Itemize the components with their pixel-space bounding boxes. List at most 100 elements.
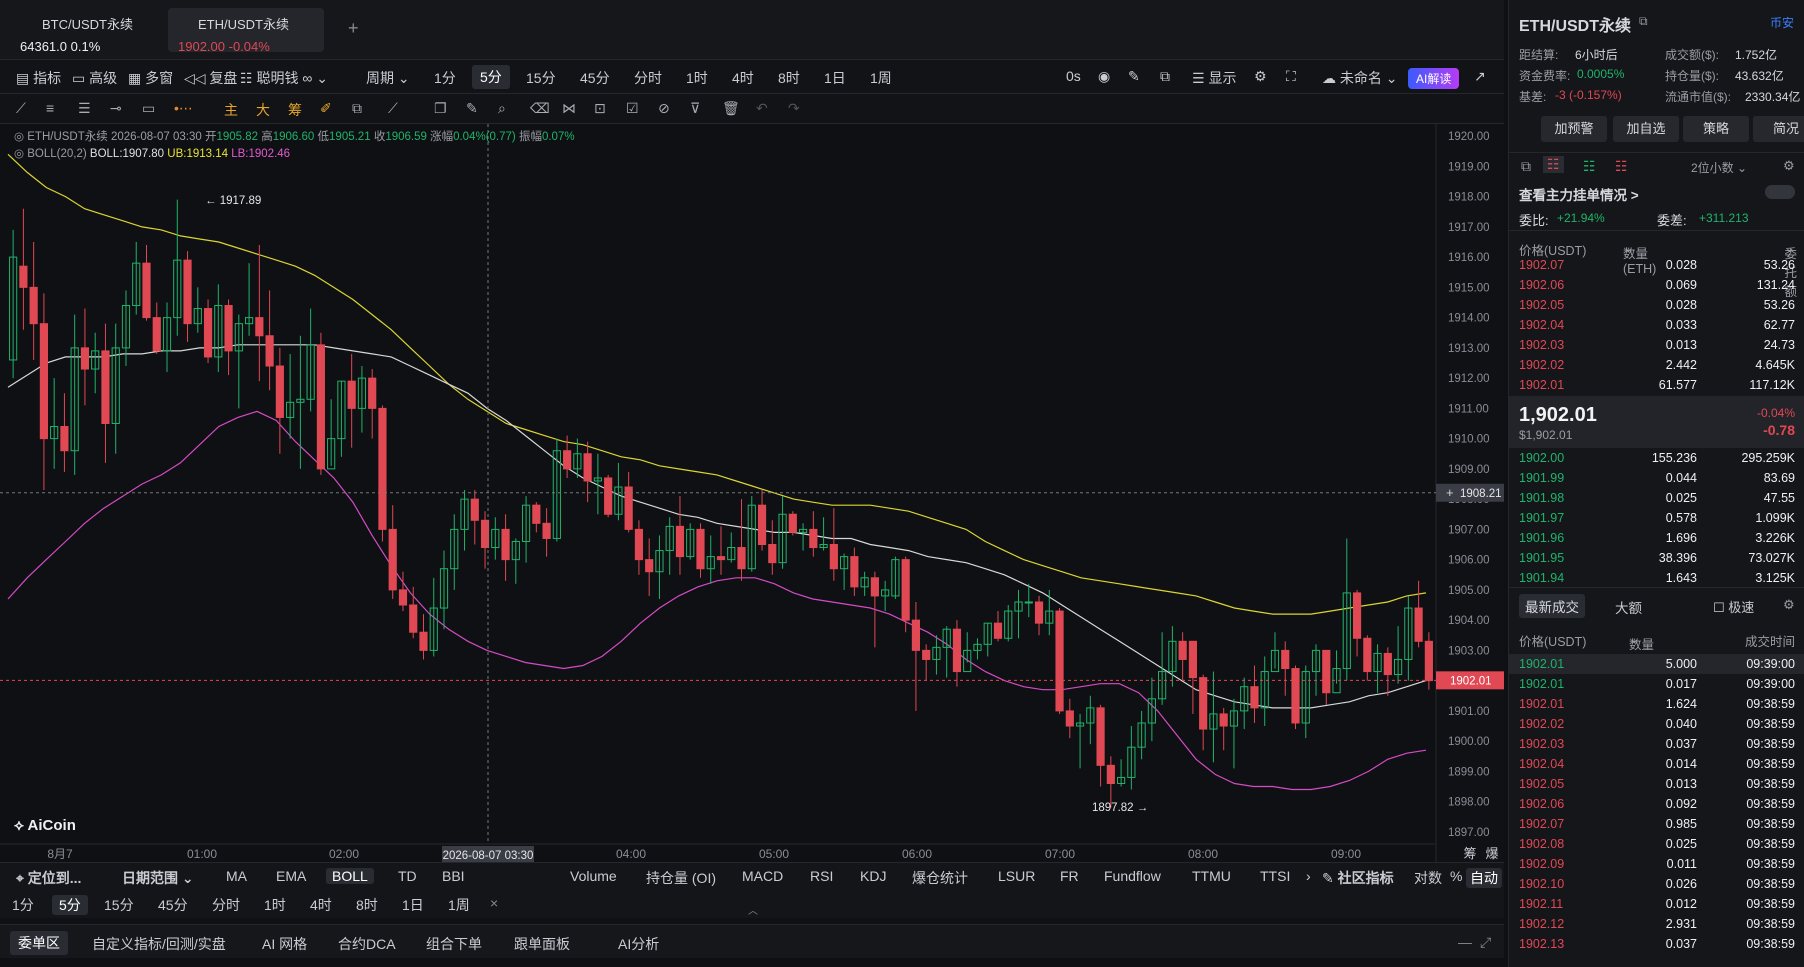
indicator-ma[interactable]: MA bbox=[226, 868, 247, 884]
filter-icon[interactable]: ⊽ bbox=[690, 100, 700, 117]
tab-custom-indicator[interactable]: 自定义指标/回测/实盘 bbox=[92, 934, 226, 954]
indicator-td[interactable]: TD bbox=[398, 868, 417, 884]
tab-latest-trades[interactable]: 最新成交 bbox=[1519, 594, 1585, 618]
period-45m[interactable]: 45分 bbox=[580, 68, 610, 88]
legend-visible-icon[interactable]: ◎ bbox=[14, 131, 24, 143]
add-alert-button[interactable]: 加预警 bbox=[1541, 116, 1607, 142]
chip-icon[interactable]: 筹 bbox=[288, 100, 302, 120]
strategy-button[interactable]: 策略 bbox=[1683, 116, 1749, 142]
indicator-lsur[interactable]: LSUR bbox=[998, 868, 1035, 884]
horizontal-lines-icon[interactable]: ☰ bbox=[78, 100, 91, 117]
trash-icon[interactable]: 🗑 bbox=[722, 100, 740, 117]
indicator-rsi[interactable]: RSI bbox=[810, 868, 833, 884]
panel-collapse-icon[interactable]: ︿ bbox=[748, 902, 758, 917]
fullscreen-icon[interactable]: ⛶ bbox=[1286, 68, 1296, 85]
period-row-1m[interactable]: 1分 bbox=[12, 895, 34, 915]
path-icon[interactable]: •⋯ bbox=[174, 100, 193, 117]
trade-row[interactable]: 1902.10 0.026 09:38:59 bbox=[1509, 874, 1804, 894]
ask-row[interactable]: 1902.01 61.577 117.12K bbox=[1509, 375, 1804, 395]
measure-icon[interactable]: ⟋ bbox=[388, 100, 398, 117]
main-orders-link[interactable]: 查看主力挂单情况 > bbox=[1519, 184, 1639, 204]
trade-row[interactable]: 1902.01 0.017 09:39:00 bbox=[1509, 674, 1804, 694]
indicator-kdj[interactable]: KDJ bbox=[860, 868, 886, 884]
add-tab-icon[interactable]: + bbox=[348, 18, 359, 39]
view-mode-icon[interactable]: ⧉ bbox=[1521, 158, 1531, 175]
tab-large-trades[interactable]: 大额 bbox=[1615, 597, 1642, 617]
log-scale-toggle[interactable]: 对数 bbox=[1414, 868, 1442, 888]
trendline-icon[interactable]: ⟋ bbox=[16, 100, 26, 117]
copy-icon[interactable]: ❐ bbox=[434, 100, 447, 117]
main-force-icon[interactable]: 主 bbox=[224, 100, 238, 120]
date-range-dropdown[interactable]: 日期范围 ⌄ bbox=[122, 868, 194, 888]
advanced-button[interactable]: ▭ 高级 bbox=[72, 68, 117, 88]
trade-row[interactable]: 1902.02 0.040 09:38:59 bbox=[1509, 714, 1804, 734]
kline-chart[interactable]: 1920.00 1919.00 1918.00 1917.00 1916.00 1915.… bbox=[0, 124, 1504, 863]
indicator-oi[interactable]: 持仓量 (OI) bbox=[646, 868, 716, 888]
ask-row[interactable]: 1902.06 0.069 131.24 bbox=[1509, 275, 1804, 295]
period-time[interactable]: 分时 bbox=[634, 68, 662, 88]
more-indicators-icon[interactable]: › bbox=[1306, 868, 1311, 884]
ask-row[interactable]: 1902.02 2.442 4.645K bbox=[1509, 355, 1804, 375]
bid-row[interactable]: 1901.96 1.696 3.226K bbox=[1509, 528, 1804, 548]
add-watchlist-button[interactable]: 加自选 bbox=[1613, 116, 1679, 142]
indicator-fundflow[interactable]: Fundflow bbox=[1104, 868, 1161, 884]
large-order-icon[interactable]: 大 bbox=[256, 100, 270, 120]
trade-row[interactable]: 1902.09 0.011 09:38:59 bbox=[1509, 854, 1804, 874]
period-4h[interactable]: 4时 bbox=[732, 68, 754, 88]
period-row-1w[interactable]: 1周 bbox=[448, 895, 470, 915]
eraser-icon[interactable]: ⌫ bbox=[530, 100, 550, 117]
trade-row[interactable]: 1902.13 0.037 09:38:59 bbox=[1509, 934, 1804, 954]
indicator-volume[interactable]: Volume bbox=[570, 868, 617, 884]
tab-combo-order[interactable]: 组合下单 bbox=[426, 934, 482, 954]
ask-row[interactable]: 1902.03 0.013 24.73 bbox=[1509, 335, 1804, 355]
magnet-icon[interactable]: ⋈ bbox=[562, 100, 576, 117]
period-row-close-icon[interactable]: × bbox=[490, 895, 498, 911]
period-1m[interactable]: 1分 bbox=[434, 68, 456, 88]
replay-button[interactable]: ◁◁ 复盘 bbox=[184, 68, 237, 88]
trade-row[interactable]: 1902.05 0.013 09:38:59 bbox=[1509, 774, 1804, 794]
period-1w[interactable]: 1周 bbox=[870, 68, 892, 88]
period-8h[interactable]: 8时 bbox=[778, 68, 800, 88]
bid-row[interactable]: 1901.99 0.044 83.69 bbox=[1509, 468, 1804, 488]
fast-mode-checkbox[interactable]: ☐ 极速 bbox=[1713, 597, 1754, 616]
multi-window-button[interactable]: ▦ 多窗 bbox=[128, 68, 173, 88]
indicator-fr[interactable]: FR bbox=[1060, 868, 1079, 884]
period-row-45m[interactable]: 45分 bbox=[158, 895, 188, 915]
checklist-icon[interactable]: ☑ bbox=[626, 100, 639, 117]
period-row-time[interactable]: 分时 bbox=[212, 895, 240, 915]
period-5m[interactable]: 5分 bbox=[472, 65, 510, 89]
ruler-icon[interactable]: ✎ bbox=[466, 100, 478, 117]
ob-qty-header[interactable]: 数量 (ETH) ⌄ bbox=[1623, 240, 1656, 276]
ai-interpret-button[interactable]: AI解读 bbox=[1408, 68, 1460, 89]
tab-ai-analysis[interactable]: AI分析 bbox=[618, 934, 659, 954]
layout-dropdown[interactable]: ☁ 未命名 ⌄ bbox=[1322, 68, 1398, 88]
trade-row[interactable]: 1902.06 0.092 09:38:59 bbox=[1509, 794, 1804, 814]
indicator-ttsi[interactable]: TTSI bbox=[1260, 868, 1290, 884]
indicator-bbi[interactable]: BBI bbox=[442, 868, 465, 884]
community-indicators-button[interactable]: ✎ 社区指标 bbox=[1322, 868, 1394, 888]
period-15m[interactable]: 15分 bbox=[526, 68, 556, 88]
period-row-15m[interactable]: 15分 bbox=[104, 895, 134, 915]
chart-area[interactable]: 1920.00 1919.00 1918.00 1917.00 1916.00 1915.… bbox=[0, 124, 1504, 863]
lock-icon[interactable]: ⊡ bbox=[594, 100, 606, 117]
trade-row[interactable]: 1902.01 5.000 09:39:00 bbox=[1509, 654, 1804, 674]
period-row-1h[interactable]: 1时 bbox=[264, 895, 286, 915]
view-asks-icon[interactable]: ☷ bbox=[1615, 158, 1628, 175]
rectangle-icon[interactable]: ▭ bbox=[142, 100, 155, 117]
indicators-button[interactable]: ▤ 指标 bbox=[16, 68, 61, 88]
indicator-boll[interactable]: BOLL bbox=[326, 868, 374, 884]
display-button[interactable]: ☰ 显示 bbox=[1192, 68, 1236, 88]
trade-row[interactable]: 1902.03 0.037 09:38:59 bbox=[1509, 734, 1804, 754]
bid-row[interactable]: 1901.97 0.578 1.099K bbox=[1509, 508, 1804, 528]
undo-icon[interactable]: ↶ bbox=[756, 100, 768, 117]
main-orders-toggle[interactable] bbox=[1765, 185, 1795, 199]
auto-scale-toggle[interactable]: 自动 bbox=[1466, 868, 1502, 888]
trade-row[interactable]: 1902.07 0.985 09:38:59 bbox=[1509, 814, 1804, 834]
trade-row[interactable]: 1902.04 0.014 09:38:59 bbox=[1509, 754, 1804, 774]
period-row-8h[interactable]: 8时 bbox=[356, 895, 378, 915]
boll-visible-icon[interactable]: ◎ bbox=[14, 148, 24, 160]
indicator-ema[interactable]: EMA bbox=[276, 868, 306, 884]
bid-row[interactable]: 1901.95 38.396 73.027K bbox=[1509, 548, 1804, 568]
tab-btc[interactable]: BTC/USDT永续 64361.0 0.1% bbox=[10, 8, 160, 54]
period-1d[interactable]: 1日 bbox=[824, 68, 846, 88]
